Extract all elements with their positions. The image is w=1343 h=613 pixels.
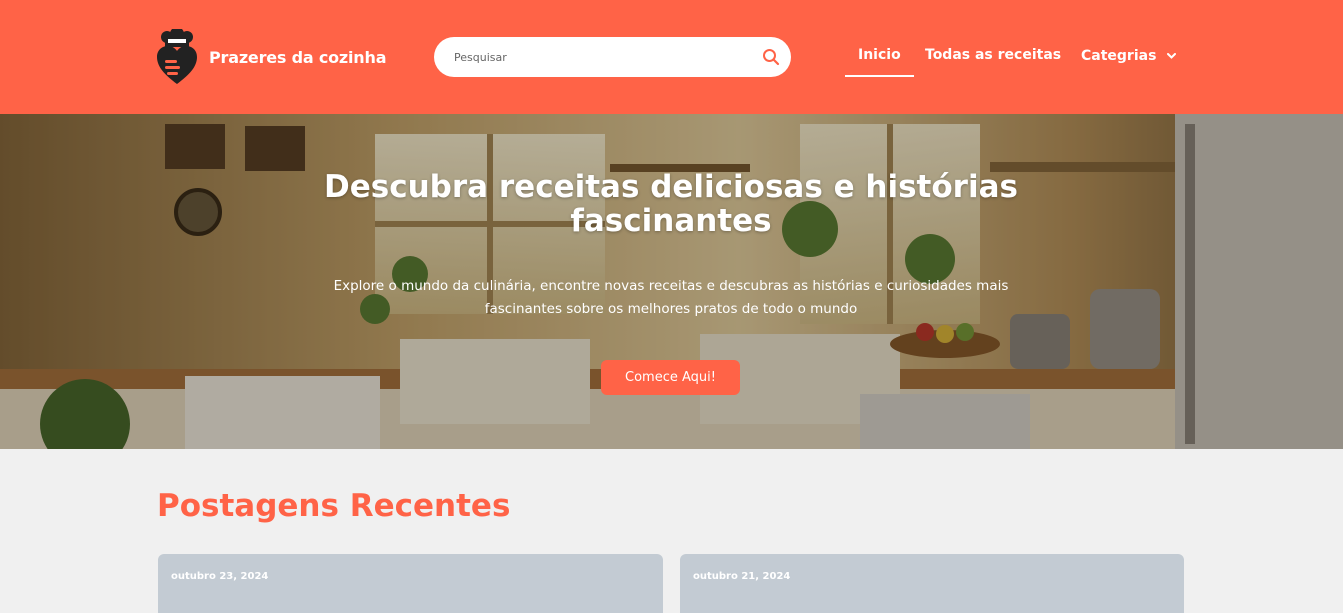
post-card[interactable]: outubro 21, 2024	[680, 554, 1184, 613]
hero-subtitle: Explore o mundo da culinária, encontre n…	[333, 278, 1009, 317]
nav-all-recipes[interactable]: Todas as receitas	[925, 47, 1061, 77]
post-date: outubro 23, 2024	[171, 571, 269, 582]
hero-banner: Descubra receitas deliciosas e histórias…	[0, 114, 1343, 449]
brand-name: Prazeres da cozinha	[209, 47, 387, 67]
search-icon[interactable]	[761, 47, 781, 67]
brand-logo-link[interactable]: Prazeres da cozinha	[157, 27, 387, 85]
hero-title: Descubra receitas deliciosas e histórias…	[324, 169, 1018, 239]
site-header: Prazeres da cozinha Inicio Todas as rece…	[0, 0, 1343, 114]
nav-home[interactable]: Inicio	[845, 47, 914, 77]
chevron-down-icon	[1167, 47, 1177, 63]
search-input[interactable]	[454, 37, 754, 77]
recent-posts-title: Postagens Recentes	[157, 488, 511, 524]
search-bar	[434, 37, 791, 77]
get-started-button[interactable]: Comece Aqui!	[601, 360, 740, 395]
post-card[interactable]: outubro 23, 2024	[158, 554, 663, 613]
nav-categories-label: Categrias	[1081, 48, 1157, 64]
nav-categories[interactable]: Categrias	[1081, 47, 1177, 77]
chef-heart-logo-icon	[157, 27, 197, 85]
post-date: outubro 21, 2024	[693, 571, 791, 582]
